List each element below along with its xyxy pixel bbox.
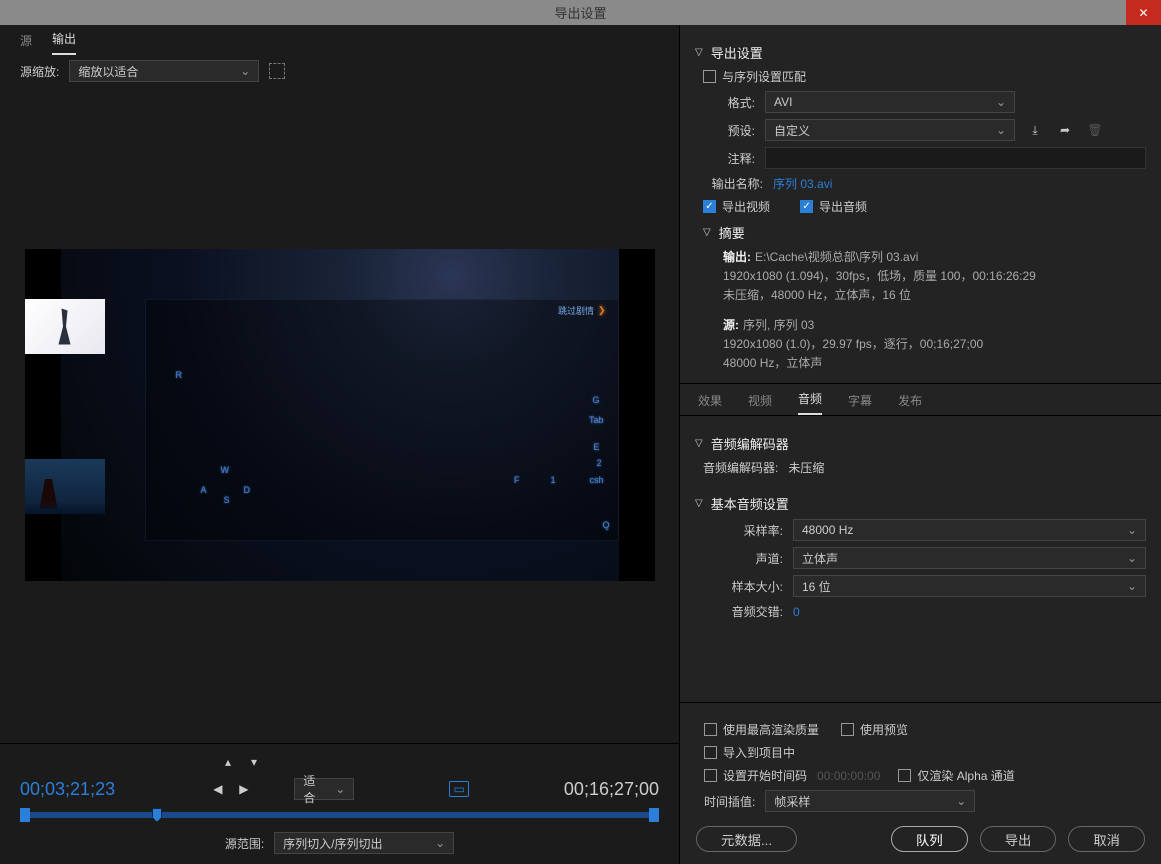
- use-preview-checkbox[interactable]: 使用预览: [841, 721, 908, 738]
- twirl-basic-audio[interactable]: ▽: [695, 498, 703, 509]
- render-alpha-label: 仅渲染 Alpha 通道: [917, 767, 1014, 784]
- out-point-handle[interactable]: [649, 808, 659, 822]
- output-name-link[interactable]: 序列 03.avi: [773, 175, 832, 192]
- metadata-button[interactable]: 元数据...: [696, 826, 797, 852]
- max-quality-checkbox[interactable]: 使用最高渲染质量: [704, 721, 819, 738]
- import-project-checkbox[interactable]: 导入到项目中: [704, 744, 795, 761]
- current-timecode[interactable]: 00;03;21;23: [20, 779, 115, 800]
- export-settings-header: 导出设置: [711, 43, 763, 62]
- start-tc-checkbox[interactable]: 设置开始时间码: [704, 767, 807, 784]
- source-range-dropdown[interactable]: 序列切入/序列切出: [274, 832, 454, 854]
- match-sequence-checkbox[interactable]: 与序列设置匹配: [703, 68, 806, 85]
- in-point-handle[interactable]: [20, 808, 30, 822]
- close-button[interactable]: ✕: [1126, 0, 1161, 25]
- tab-output[interactable]: 输出: [52, 30, 76, 55]
- channels-value: 立体声: [802, 550, 838, 567]
- source-scale-label: 源缩放:: [20, 63, 59, 80]
- comment-input[interactable]: [765, 147, 1146, 169]
- sample-size-label: 样本大小:: [703, 578, 783, 595]
- timeline[interactable]: [20, 808, 659, 822]
- twirl-audio-codec[interactable]: ▽: [695, 438, 703, 449]
- start-tc-label: 设置开始时间码: [723, 767, 807, 784]
- basic-audio-header: 基本音频设置: [711, 494, 789, 513]
- playhead[interactable]: [152, 808, 162, 822]
- tick-left-icon[interactable]: ▴: [220, 754, 236, 770]
- format-dropdown[interactable]: AVI: [765, 91, 1015, 113]
- tick-right-icon[interactable]: ▾: [246, 754, 262, 770]
- preset-dropdown[interactable]: 自定义: [765, 119, 1015, 141]
- save-preset-icon[interactable]: ⤓: [1025, 121, 1045, 139]
- channels-label: 声道:: [703, 550, 783, 567]
- game-overlay: 跳过剧情 RWASD GTabE2F1cshQ: [145, 299, 619, 541]
- export-button[interactable]: 导出: [980, 826, 1057, 852]
- import-project-label: 导入到项目中: [723, 744, 795, 761]
- match-sequence-label: 与序列设置匹配: [722, 68, 806, 85]
- sample-rate-label: 采样率:: [703, 522, 783, 539]
- format-value: AVI: [774, 95, 792, 109]
- preset-value: 自定义: [774, 122, 810, 139]
- channels-dropdown[interactable]: 立体声: [793, 547, 1146, 569]
- twirl-summary[interactable]: ▽: [703, 227, 711, 238]
- format-label: 格式:: [703, 94, 755, 111]
- twirl-export-settings[interactable]: ▽: [695, 47, 703, 58]
- step-back-icon[interactable]: ◀: [210, 781, 226, 797]
- summary-output: 输出:E:\Cache\视频总部\序列 03.avi 1920x1080 (1.…: [723, 248, 1146, 306]
- queue-button[interactable]: 队列: [891, 826, 968, 852]
- tab-captions[interactable]: 字幕: [848, 392, 872, 415]
- use-preview-label: 使用预览: [860, 721, 908, 738]
- export-video-checkbox[interactable]: 导出视频: [703, 198, 770, 215]
- render-alpha-checkbox[interactable]: 仅渲染 Alpha 通道: [898, 767, 1014, 784]
- cancel-button[interactable]: 取消: [1068, 826, 1145, 852]
- audio-codec-header: 音频编解码器: [711, 434, 789, 453]
- tab-source[interactable]: 源: [20, 32, 32, 55]
- time-interp-value: 帧采样: [774, 793, 810, 810]
- tab-audio[interactable]: 音频: [798, 390, 822, 415]
- thumb-1: [25, 299, 105, 354]
- export-audio-label: 导出音频: [819, 198, 867, 215]
- source-scale-dropdown[interactable]: 缩放以适合: [69, 60, 259, 82]
- export-audio-checkbox[interactable]: 导出音频: [800, 198, 867, 215]
- max-quality-label: 使用最高渲染质量: [723, 721, 819, 738]
- total-timecode: 00;16;27;00: [564, 779, 659, 800]
- source-range-value: 序列切入/序列切出: [283, 835, 382, 852]
- preview-area: 跳过剧情 RWASD GTabE2F1cshQ: [0, 87, 679, 743]
- tab-effects[interactable]: 效果: [698, 392, 722, 415]
- audio-codec-value: 未压缩: [788, 459, 824, 476]
- sample-rate-dropdown[interactable]: 48000 Hz: [793, 519, 1146, 541]
- export-video-label: 导出视频: [722, 198, 770, 215]
- time-interp-dropdown[interactable]: 帧采样: [765, 790, 975, 812]
- tab-video[interactable]: 视频: [748, 392, 772, 415]
- tab-publish[interactable]: 发布: [898, 392, 922, 415]
- titlebar: 导出设置 ✕: [0, 0, 1161, 25]
- start-tc-value: 00:00:00:00: [817, 769, 880, 783]
- sample-rate-value: 48000 Hz: [802, 523, 853, 537]
- output-name-label: 输出名称:: [703, 175, 763, 192]
- preset-label: 预设:: [703, 122, 755, 139]
- step-fwd-icon[interactable]: ▶: [236, 781, 252, 797]
- delete-preset-icon: 🗑: [1085, 121, 1105, 139]
- source-range-label: 源范围:: [225, 835, 264, 852]
- aspect-correction-icon[interactable]: ▭: [449, 781, 469, 797]
- audio-codec-label: 音频编解码器:: [703, 459, 778, 476]
- source-scale-value: 缩放以适合: [78, 63, 138, 80]
- video-preview[interactable]: 跳过剧情 RWASD GTabE2F1cshQ: [25, 249, 655, 581]
- skip-badge: 跳过剧情: [558, 304, 606, 317]
- summary-header: 摘要: [719, 223, 745, 242]
- sample-size-value: 16 位: [802, 578, 831, 595]
- crop-icon[interactable]: [269, 63, 285, 79]
- thumb-2: [25, 459, 105, 514]
- zoom-fit-dropdown[interactable]: 适合: [294, 778, 354, 800]
- import-preset-icon[interactable]: ➦: [1055, 121, 1075, 139]
- interleave-value[interactable]: 0: [793, 605, 800, 619]
- interleave-label: 音频交错:: [703, 603, 783, 620]
- comment-label: 注释:: [703, 150, 755, 167]
- sample-size-dropdown[interactable]: 16 位: [793, 575, 1146, 597]
- summary-source: 源:序列, 序列 03 1920x1080 (1.0)，29.97 fps，逐行…: [723, 316, 1146, 374]
- window-title: 导出设置: [554, 3, 606, 22]
- time-interp-label: 时间插值:: [704, 793, 755, 810]
- zoom-fit-label: 适合: [303, 772, 323, 806]
